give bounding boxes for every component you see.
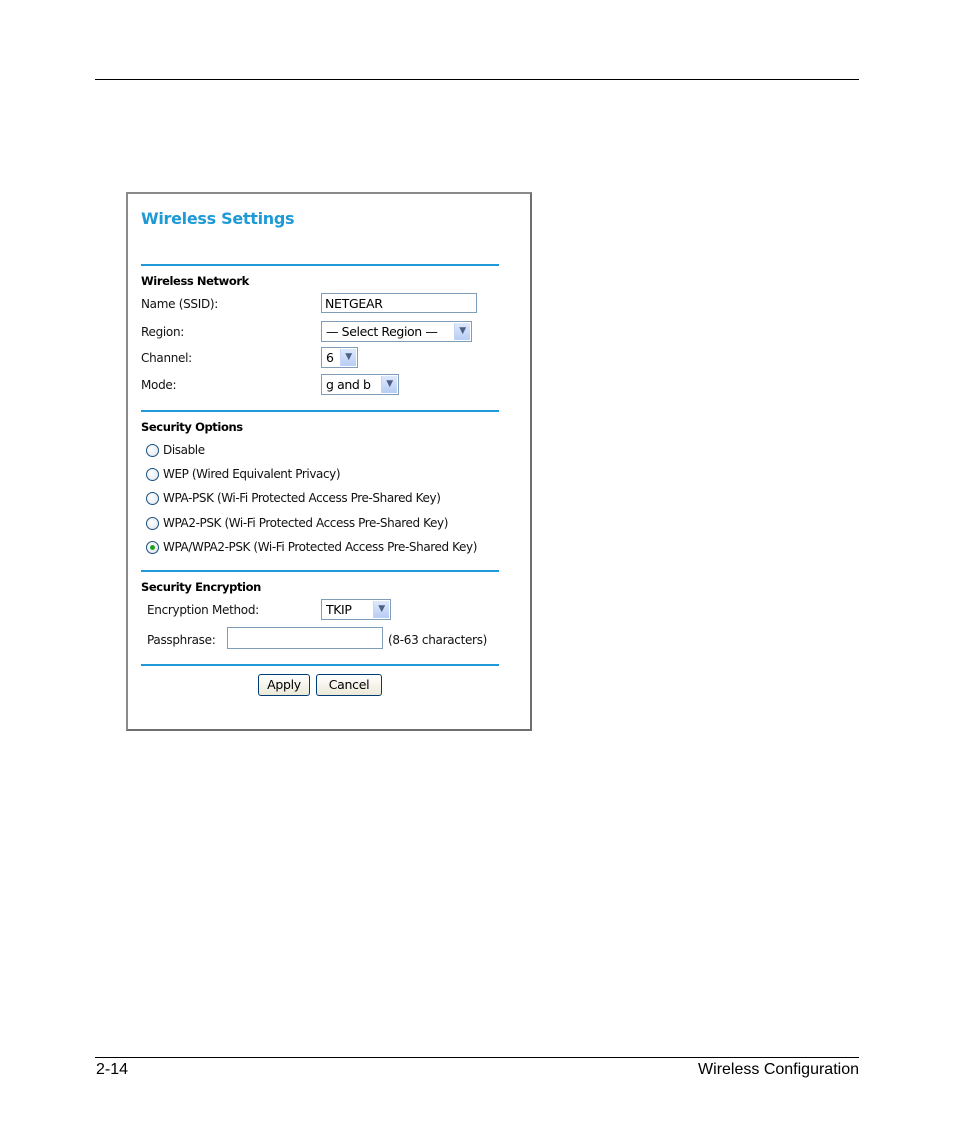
encryption-method-select[interactable]: TKIP ▼ (321, 599, 391, 620)
apply-button[interactable]: Apply (258, 674, 310, 696)
region-label: Region: (141, 325, 185, 339)
radio-option-wpa-psk[interactable]: WPA-PSK (Wi-Fi Protected Access Pre-Shar… (146, 491, 441, 505)
chapter-title: Wireless Configuration (698, 1061, 859, 1078)
radio-label: WEP (Wired Equivalent Privacy) (163, 467, 341, 481)
radio-option-wep[interactable]: WEP (Wired Equivalent Privacy) (146, 467, 341, 481)
radio-option-wpa2-psk[interactable]: WPA2-PSK (Wi-Fi Protected Access Pre-Sha… (146, 516, 448, 530)
mode-value: g and b (326, 377, 371, 392)
channel-label: Channel: (141, 351, 192, 365)
header-rule (95, 79, 859, 80)
radio-label: WPA/WPA2-PSK (Wi-Fi Protected Access Pre… (163, 540, 477, 554)
region-value: — Select Region — (326, 324, 438, 339)
channel-select[interactable]: 6 ▼ (321, 347, 358, 368)
footer-rule (95, 1057, 859, 1058)
wireless-settings-screenshot: Wireless Settings Wireless Network Name … (126, 192, 532, 731)
passphrase-hint: (8-63 characters) (388, 633, 488, 647)
radio-label: WPA2-PSK (Wi-Fi Protected Access Pre-Sha… (163, 516, 449, 530)
divider (141, 570, 499, 572)
radio-button[interactable] (146, 516, 159, 530)
chevron-down-icon[interactable]: ▼ (381, 376, 397, 393)
wireless-network-heading: Wireless Network (141, 274, 249, 288)
divider (141, 664, 499, 666)
encryption-method-label: Encryption Method: (147, 603, 259, 617)
ssid-input[interactable]: NETGEAR (321, 293, 477, 313)
page-number: 2-14 (96, 1061, 129, 1078)
radio-button[interactable] (146, 443, 159, 457)
security-options-heading: Security Options (141, 420, 243, 434)
mode-select[interactable]: g and b ▼ (321, 374, 399, 395)
security-encryption-heading: Security Encryption (141, 580, 261, 594)
chevron-down-icon[interactable]: ▼ (340, 349, 356, 366)
passphrase-label: Passphrase: (147, 633, 216, 647)
radio-button[interactable] (146, 491, 159, 505)
radio-button-checked[interactable] (146, 540, 159, 554)
divider (141, 264, 499, 266)
passphrase-input[interactable] (227, 627, 383, 649)
radio-label: Disable (163, 443, 205, 457)
radio-label: WPA-PSK (Wi-Fi Protected Access Pre-Shar… (163, 491, 441, 505)
chevron-down-icon[interactable]: ▼ (373, 601, 389, 618)
divider (141, 410, 499, 412)
radio-option-disable[interactable]: Disable (146, 443, 205, 457)
chevron-down-icon[interactable]: ▼ (454, 323, 470, 340)
radio-button[interactable] (146, 467, 159, 481)
ssid-label: Name (SSID): (141, 297, 219, 311)
page-title: Wireless Settings (141, 209, 295, 228)
region-select[interactable]: — Select Region — ▼ (321, 321, 472, 342)
mode-label: Mode: (141, 378, 177, 392)
channel-value: 6 (326, 350, 334, 365)
radio-option-wpa-wpa2-psk[interactable]: WPA/WPA2-PSK (Wi-Fi Protected Access Pre… (146, 540, 477, 554)
encryption-method-value: TKIP (326, 602, 352, 617)
cancel-button[interactable]: Cancel (316, 674, 382, 696)
